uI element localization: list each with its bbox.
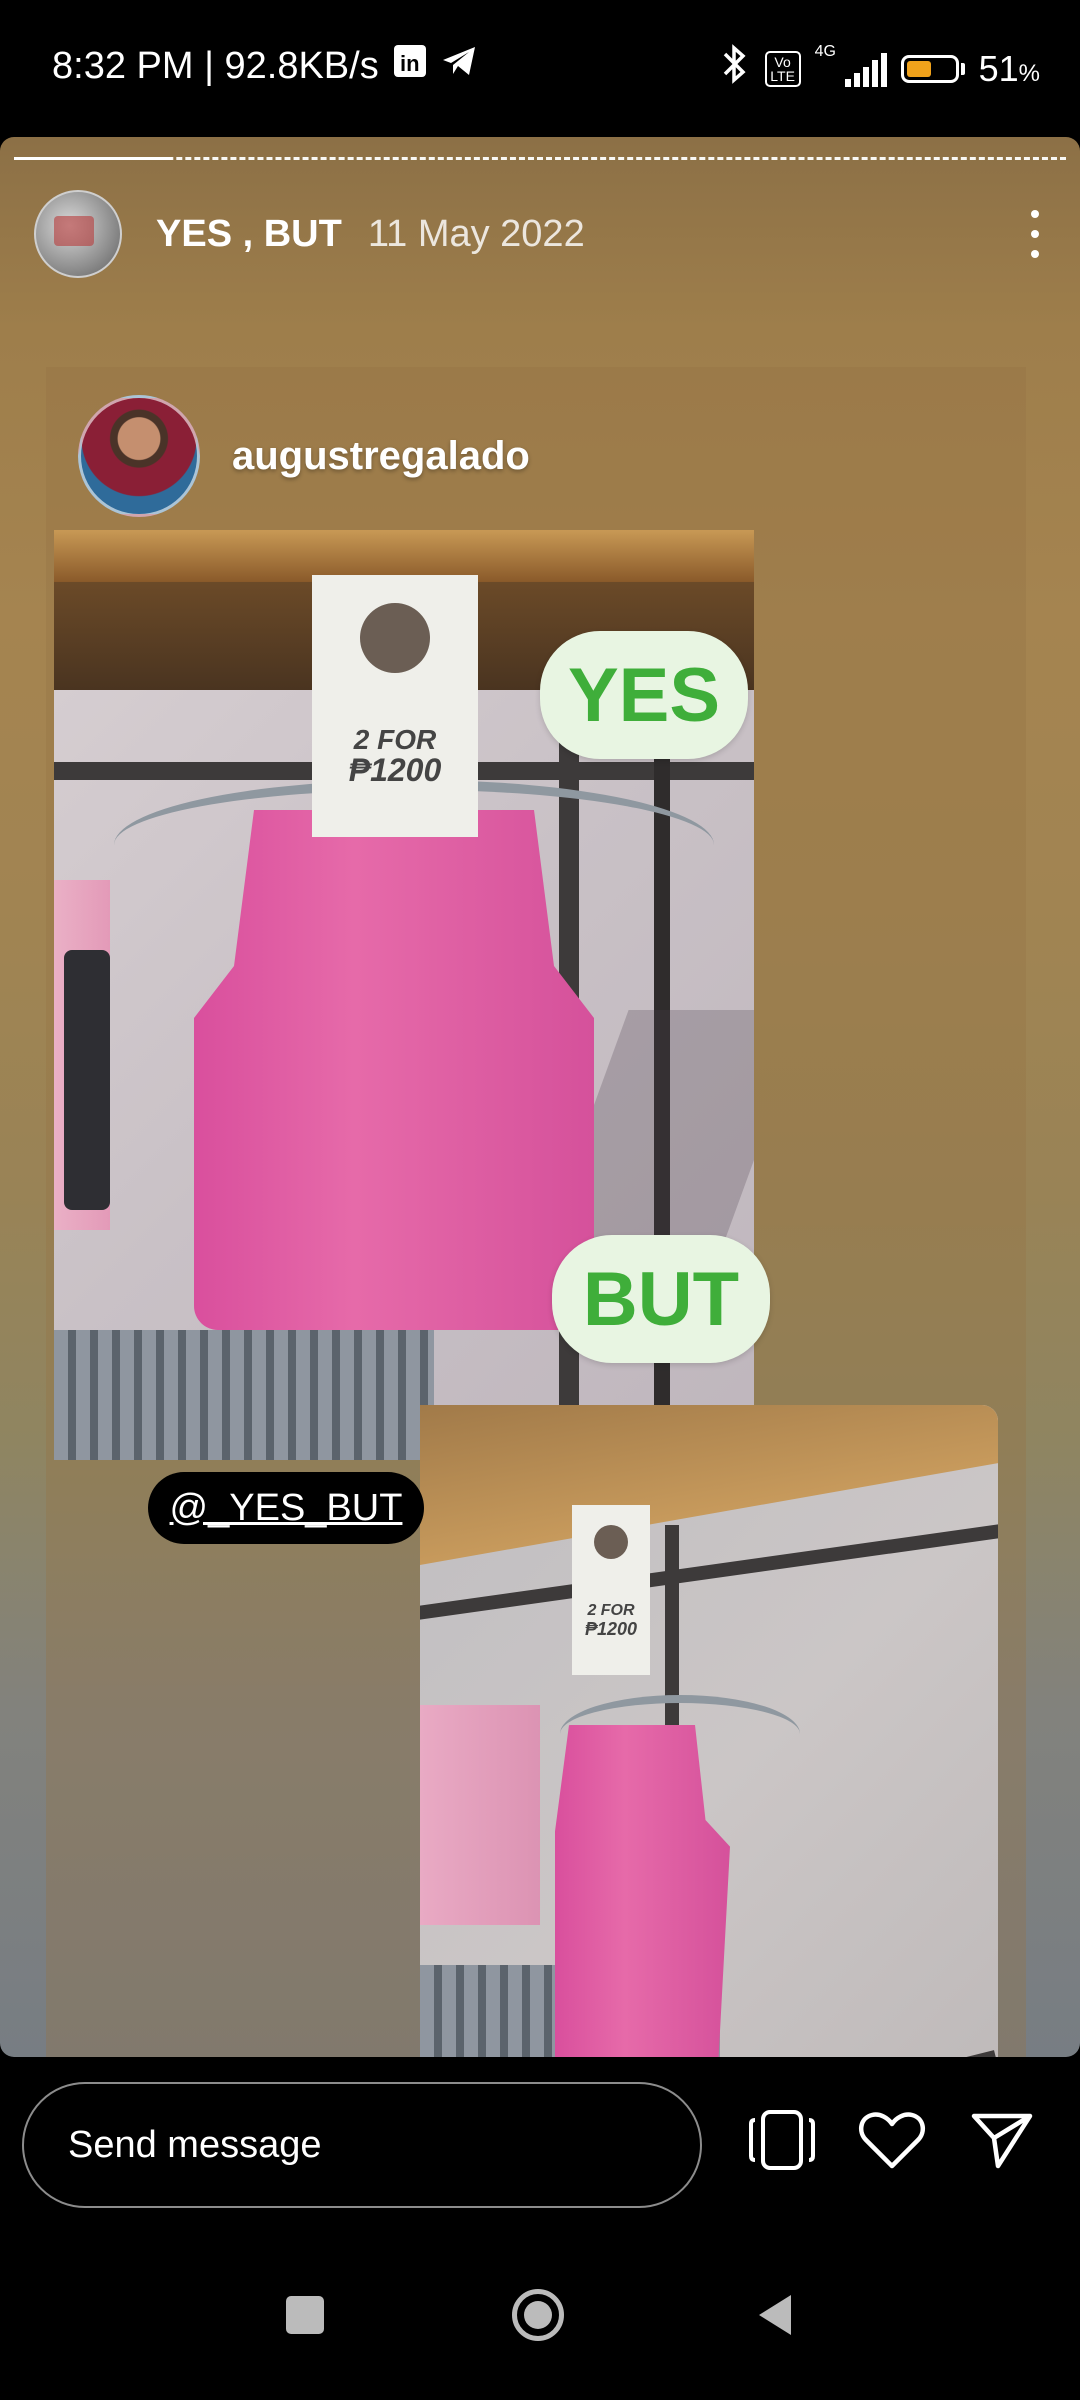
price-tag: 2 FOR ₱1200	[312, 575, 478, 837]
carousel-icon[interactable]	[742, 2100, 822, 2180]
hanger-rack	[54, 1330, 434, 1460]
post-header: augustregalado	[78, 395, 530, 517]
recents-button[interactable]	[270, 2280, 340, 2350]
battery-icon	[900, 54, 965, 83]
status-right: Vo LTE 4G 51%	[719, 43, 1040, 93]
photo-but: 2 FOR ₱1200	[420, 1405, 998, 2057]
battery-percent: 51%	[978, 47, 1040, 89]
status-bar: 8:32 PM | 92.8KB/s in Vo LTE 4G 51%	[0, 0, 1080, 135]
back-button[interactable]	[740, 2280, 810, 2350]
story-progress-fill	[14, 157, 172, 160]
but-label-sticker: BUT	[552, 1235, 770, 1363]
status-left: 8:32 PM | 92.8KB/s in	[52, 44, 477, 88]
home-button[interactable]	[503, 2280, 573, 2350]
poster-username[interactable]: augustregalado	[232, 434, 530, 479]
bluetooth-icon	[719, 44, 751, 93]
share-send-icon[interactable]	[962, 2100, 1042, 2180]
time-and-speed: 8:32 PM | 92.8KB/s	[52, 44, 379, 87]
pink-top	[194, 810, 594, 1330]
network-type: 4G	[814, 42, 836, 60]
price-tag: 2 FOR ₱1200	[572, 1505, 650, 1675]
price-tag-line2: ₱1200	[348, 752, 442, 789]
svg-text:in: in	[400, 51, 420, 76]
story-account-avatar[interactable]	[34, 190, 122, 278]
like-heart-icon[interactable]	[852, 2100, 932, 2180]
story-account-name[interactable]: YES , BUT	[156, 213, 342, 256]
story-header: YES , BUT 11 May 2022	[34, 189, 1050, 279]
yes-label-sticker: YES	[540, 631, 748, 759]
more-options-icon[interactable]	[1020, 204, 1050, 264]
story-date: 11 May 2022	[367, 212, 585, 255]
price-tag-line2: ₱1200	[584, 1618, 638, 1639]
story-view[interactable]: YES , BUT 11 May 2022 augustregalado 2 F…	[0, 137, 1080, 2057]
linkedin-icon: in	[393, 44, 427, 88]
volte-icon: Vo LTE	[764, 50, 801, 87]
signal-icon: 4G	[815, 43, 887, 87]
telegram-icon	[441, 44, 477, 88]
price-tag-line1: 2 FOR	[353, 724, 437, 755]
send-message-input[interactable]: Send message	[22, 2082, 702, 2208]
mention-sticker[interactable]: @_YES_BUT	[148, 1472, 424, 1544]
message-bar: Send message	[0, 2060, 1080, 2230]
story-progress-bar	[14, 157, 1066, 164]
poster-avatar[interactable]	[78, 395, 200, 517]
system-nav-bar	[0, 2230, 1080, 2400]
price-tag-line1: 2 FOR	[587, 1602, 635, 1619]
